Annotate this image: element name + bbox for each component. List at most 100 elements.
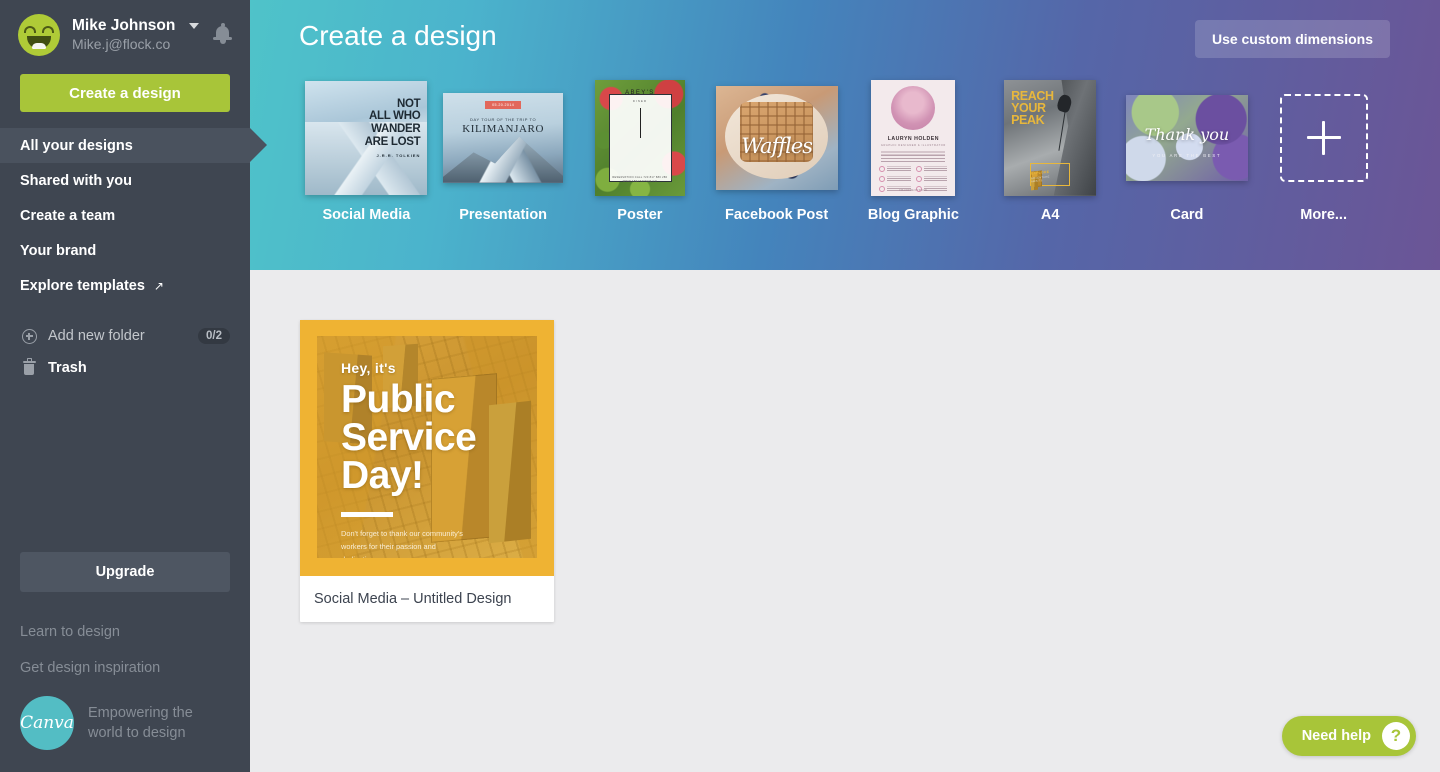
sidebar-folders: Add new folder 0/2 Trash <box>0 320 250 384</box>
upgrade-button[interactable]: Upgrade <box>20 552 230 592</box>
design-thumbnail: Hey, it's Public Service Day! Don't forg… <box>300 320 554 576</box>
sidebar-item-label: Shared with you <box>20 172 132 189</box>
user-email: Mike.j@flock.co <box>72 36 171 53</box>
designs-grid: Hey, it's Public Service Day! Don't forg… <box>250 270 1440 622</box>
blog-graphic-thumbnail: LAURYN HOLDEN GRAPHIC DESIGNER & ILLUSTR… <box>871 79 956 196</box>
thumb-name: ABEY'S <box>625 89 655 96</box>
thumb-footer: FOLLOW ME ON SOCIAL <box>899 188 928 192</box>
design-kicker: Hey, it's <box>341 360 396 376</box>
create-design-banner: Create a design Use custom dimensions NO… <box>250 0 1440 270</box>
design-type-blog-graphic[interactable]: LAURYN HOLDEN GRAPHIC DESIGNER & ILLUSTR… <box>845 79 982 223</box>
learn-to-design-link[interactable]: Learn to design <box>0 614 250 650</box>
question-mark-icon: ? <box>1382 722 1410 750</box>
page-title: Create a design <box>299 20 497 51</box>
design-type-facebook-post[interactable]: Waffles Facebook Post <box>708 80 845 223</box>
brand-tagline: Empowering the world to design <box>88 703 193 744</box>
brand-footer: Canva Empowering the world to design <box>0 686 250 772</box>
thumb-footer: RESERVATION CALL 720 817 880 280 WWW.ABE… <box>612 175 668 184</box>
sidebar-item-label: Your brand <box>20 242 97 259</box>
canva-logo-icon: Canva <box>20 696 74 750</box>
smiley-avatar <box>18 14 60 56</box>
sidebar-item-trash[interactable]: Trash <box>0 352 250 384</box>
a4-thumbnail: REACH YOUR PEAK EXPLORE ADVENTURE AWAITS <box>1004 79 1097 196</box>
thumb-line2: ALL WHO <box>369 110 421 123</box>
design-title-line1: Public <box>341 378 456 421</box>
facebook-post-thumbnail: Waffles <box>715 85 838 190</box>
thumb-script: Thank you <box>1144 125 1230 145</box>
design-type-poster[interactable]: ABEY'S DINER RESERVATION CALL 720 817 88… <box>572 79 709 223</box>
card-thumbnail: Thank you YOU ARE THE BEST <box>1125 94 1248 181</box>
design-divider <box>341 512 393 517</box>
design-type-label: A4 <box>1040 207 1060 223</box>
thumb-line2: YOUR <box>1011 100 1046 115</box>
sidebar-item-label: All your designs <box>20 137 133 154</box>
design-type-label: Facebook Post <box>725 207 829 223</box>
design-type-label: Blog Graphic <box>867 207 959 223</box>
thumb-sub: YOU ARE THE BEST <box>1152 152 1222 158</box>
design-type-presentation[interactable]: 05.20.2014 DAY TOUR OF THE TRIP TO KILIM… <box>435 80 572 223</box>
chevron-down-icon[interactable] <box>188 23 199 30</box>
sidebar-item-label: Explore templates <box>20 277 145 294</box>
design-type-list: NOT ALL WHO WANDER ARE LOST J.R.R. TOLKI… <box>250 79 1440 223</box>
thumb-box-line2: ADVENTURE AWAITS <box>1031 175 1050 190</box>
thumb-name: LAURYN HOLDEN <box>887 135 939 142</box>
brand-tagline-line2: world to design <box>88 725 186 741</box>
thumb-line1: NOT <box>397 97 421 110</box>
sidebar-item-explore-templates[interactable]: Explore templates ↗ <box>0 268 250 303</box>
sidebar-item-label: Create a team <box>20 207 116 224</box>
sidebar-footer-links: Learn to design Get design inspiration <box>0 614 250 686</box>
external-link-icon: ↗ <box>153 278 164 293</box>
design-card-label: Social Media – Untitled Design <box>314 591 512 607</box>
brand-tagline-line1: Empowering the <box>88 704 193 721</box>
trash-icon <box>20 358 38 376</box>
sidebar-nav: All your designs Shared with you Create … <box>0 128 267 303</box>
thumb-credit: J.R.R. TOLKIEN <box>376 153 421 158</box>
thumb-kicker: DAY TOUR OF THE TRIP TO <box>469 116 537 122</box>
poster-thumbnail: ABEY'S DINER RESERVATION CALL 720 817 88… <box>594 79 685 196</box>
plus-icon <box>1279 93 1368 182</box>
add-new-folder-label: Add new folder <box>48 328 145 344</box>
design-body-text: Don't forget to thank our community's wo… <box>341 528 463 558</box>
thumb-line3: PEAK <box>1011 112 1045 127</box>
thumb-date: 05.20.2014 <box>485 100 522 109</box>
get-design-inspiration-link[interactable]: Get design inspiration <box>0 650 250 686</box>
sidebar: Mike Johnson Mike.j@flock.co Create a de… <box>0 0 267 772</box>
design-type-label: More... <box>1300 207 1347 223</box>
sidebar-item-shared-with-you[interactable]: Shared with you <box>0 163 250 198</box>
bell-icon[interactable] <box>212 22 234 48</box>
sidebar-item-your-brand[interactable]: Your brand <box>0 233 250 268</box>
design-type-label: Presentation <box>459 207 548 223</box>
thumb-role: GRAPHIC DESIGNER & ILLUSTRATOR <box>880 143 946 147</box>
app-root: Mike Johnson Mike.j@flock.co Create a de… <box>0 0 1440 772</box>
main-area: Create a design Use custom dimensions NO… <box>250 0 1440 772</box>
thumb-line3: WANDER <box>371 123 421 136</box>
folder-count-badge: 0/2 <box>198 328 230 344</box>
design-type-label: Poster <box>617 207 663 223</box>
thumb-script: Waffles <box>741 134 813 159</box>
user-profile[interactable]: Mike Johnson Mike.j@flock.co <box>0 0 250 62</box>
plus-circle-icon <box>20 328 38 344</box>
thumb-sub: DINER <box>632 98 648 103</box>
trash-label: Trash <box>48 360 87 376</box>
design-type-card[interactable]: Thank you YOU ARE THE BEST Card <box>1119 80 1256 223</box>
design-type-more[interactable]: More... <box>1255 80 1392 223</box>
design-type-a4[interactable]: REACH YOUR PEAK EXPLORE ADVENTURE AWAITS… <box>982 79 1119 223</box>
design-type-label: Card <box>1170 207 1204 223</box>
social-media-thumbnail: NOT ALL WHO WANDER ARE LOST J.R.R. TOLKI… <box>305 80 428 195</box>
design-type-label: Social Media <box>322 207 411 223</box>
design-artwork: Hey, it's Public Service Day! Don't forg… <box>317 336 537 558</box>
create-a-design-button[interactable]: Create a design <box>20 74 230 112</box>
need-help-label: Need help <box>1301 728 1371 744</box>
sidebar-item-all-your-designs[interactable]: All your designs <box>0 128 267 163</box>
design-card[interactable]: Hey, it's Public Service Day! Don't forg… <box>300 320 554 622</box>
sidebar-item-create-a-team[interactable]: Create a team <box>0 198 250 233</box>
user-text: Mike Johnson Mike.j@flock.co <box>72 16 208 54</box>
need-help-button[interactable]: Need help ? <box>1281 716 1416 756</box>
use-custom-dimensions-button[interactable]: Use custom dimensions <box>1194 20 1390 58</box>
add-new-folder-button[interactable]: Add new folder 0/2 <box>0 320 250 352</box>
thumb-line1: REACH <box>1011 88 1054 103</box>
presentation-thumbnail: 05.20.2014 DAY TOUR OF THE TRIP TO KILIM… <box>443 92 564 183</box>
design-type-social-media[interactable]: NOT ALL WHO WANDER ARE LOST J.R.R. TOLKI… <box>298 80 435 223</box>
thumb-title: KILIMANJARO <box>462 122 544 135</box>
